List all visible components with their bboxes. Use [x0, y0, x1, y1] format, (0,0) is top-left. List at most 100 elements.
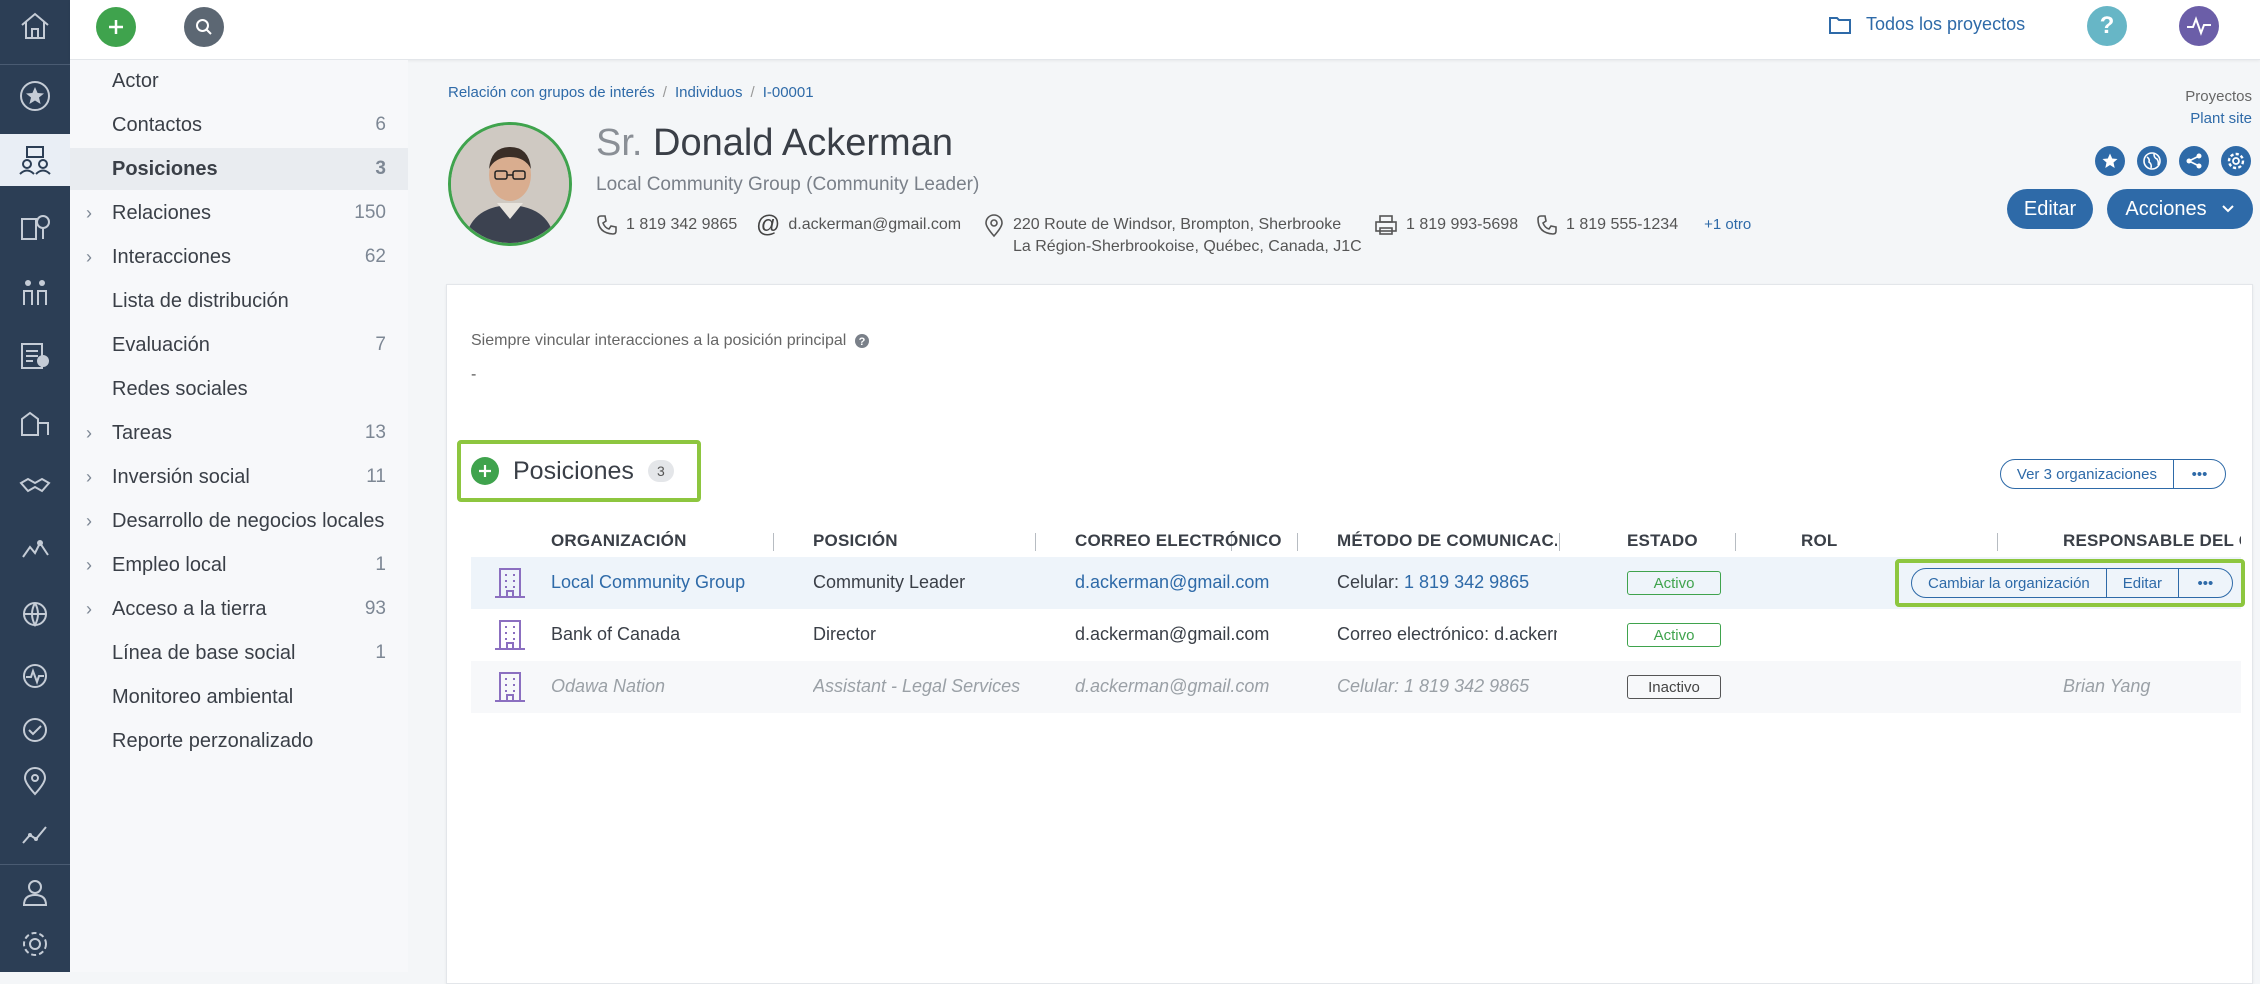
- chevron-right-icon[interactable]: ›: [86, 203, 92, 224]
- nav-item[interactable]: Reporte perzonalizado: [70, 720, 408, 762]
- globe-hand-icon[interactable]: [0, 590, 70, 642]
- table-row[interactable]: Local Community Group Community Leader d…: [471, 557, 2245, 609]
- more-options-button[interactable]: •••: [2173, 460, 2225, 488]
- breadcrumb-record-id[interactable]: I-00001: [763, 84, 814, 101]
- project-value[interactable]: Plant site: [2185, 108, 2252, 130]
- edit-position-button[interactable]: Editar: [2105, 569, 2178, 597]
- nav-item[interactable]: › Tareas 13: [70, 412, 408, 454]
- view-organizations-button[interactable]: Ver 3 organizaciones: [2001, 460, 2173, 488]
- location-icon[interactable]: [0, 756, 70, 808]
- favorite-button[interactable]: [2095, 146, 2125, 176]
- chevron-right-icon[interactable]: ›: [86, 555, 92, 576]
- nav-item-label: Evaluación: [112, 333, 210, 356]
- stakeholders-icon[interactable]: [0, 134, 70, 186]
- nav-item[interactable]: › Desarrollo de negocios locales: [70, 500, 408, 542]
- breadcrumb-individuals[interactable]: Individuos: [675, 84, 743, 101]
- col-position[interactable]: POSICIÓN: [813, 531, 1033, 551]
- phone2-contact[interactable]: 1 819 555-1234 +1 otro: [1536, 214, 1751, 236]
- col-communication-method[interactable]: MÉTODO DE COMUNICAC...: [1337, 531, 1557, 551]
- col-responsible[interactable]: RESPONSABLE DEL CO: [2063, 531, 2241, 551]
- home-icon[interactable]: [0, 0, 70, 52]
- monitor-pulse-icon[interactable]: [0, 650, 70, 702]
- community-icon[interactable]: [0, 266, 70, 318]
- nav-item[interactable]: Línea de base social 1: [70, 632, 408, 674]
- settings-icon[interactable]: [0, 918, 70, 970]
- nav-item-label: Posiciones: [112, 157, 218, 180]
- row-more-button[interactable]: •••: [2177, 569, 2232, 597]
- settings-button[interactable]: [2221, 146, 2251, 176]
- buildings-icon[interactable]: [0, 396, 70, 448]
- all-projects-link[interactable]: Todos los proyectos: [1828, 14, 2025, 35]
- nav-item[interactable]: Posiciones 3: [70, 148, 408, 190]
- organization-cell[interactable]: Odawa Nation: [551, 676, 791, 697]
- nav-item[interactable]: › Acceso a la tierra 93: [70, 588, 408, 630]
- address-contact[interactable]: 220 Route de Windsor, Brompton, Sherbroo…: [983, 214, 1362, 258]
- method-phone-link[interactable]: 1 819 342 9865: [1404, 572, 1529, 592]
- chevron-right-icon[interactable]: ›: [86, 511, 92, 532]
- star-icon: [2102, 153, 2118, 168]
- nav-item-label: Lista de distribución: [112, 289, 289, 312]
- checklist-icon[interactable]: [0, 330, 70, 382]
- check-circle-icon[interactable]: [0, 704, 70, 756]
- email-link[interactable]: d.ackerman@gmail.com: [1075, 572, 1295, 593]
- nav-item-label: Reporte perzonalizado: [112, 729, 314, 752]
- nav-item[interactable]: Actor: [70, 60, 408, 102]
- user-icon[interactable]: [0, 866, 70, 918]
- organization-link[interactable]: Local Community Group: [551, 572, 791, 593]
- share-button[interactable]: [2179, 146, 2209, 176]
- link-interactions-setting: Siempre vincular interacciones a la posi…: [471, 332, 870, 350]
- phone2-number: 1 819 555-1234: [1566, 216, 1679, 233]
- method-prefix: Celular:: [1337, 572, 1405, 592]
- favorites-icon[interactable]: [0, 70, 70, 122]
- chevron-right-icon[interactable]: ›: [86, 599, 92, 620]
- col-status[interactable]: ESTADO: [1627, 531, 1777, 551]
- actions-dropdown[interactable]: Acciones: [2107, 189, 2253, 229]
- nav-item[interactable]: › Empleo local 1: [70, 544, 408, 586]
- nav-item[interactable]: › Interacciones 62: [70, 236, 408, 278]
- chevron-right-icon[interactable]: ›: [86, 467, 92, 488]
- fax-contact[interactable]: 1 819 993-5698: [1374, 214, 1518, 236]
- add-button[interactable]: [96, 7, 136, 47]
- nav-item-count: 1: [375, 642, 386, 663]
- section-title: Posiciones: [513, 456, 634, 485]
- phone-contact[interactable]: 1 819 342 9865: [596, 214, 737, 236]
- nav-item-label: Interacciones: [112, 245, 231, 268]
- table-row[interactable]: Bank of Canada Director d.ackerman@gmail…: [471, 609, 2241, 661]
- top-bar: Todos los proyectos ?: [70, 0, 2260, 60]
- col-organization[interactable]: ORGANIZACIÓN: [551, 531, 791, 551]
- nav-item[interactable]: › Inversión social 11: [70, 456, 408, 498]
- more-contacts-link[interactable]: +1 otro: [1704, 214, 1751, 236]
- chevron-right-icon[interactable]: ›: [86, 247, 92, 268]
- organization-cell[interactable]: Bank of Canada: [551, 624, 791, 645]
- table-row[interactable]: Odawa Nation Assistant - Legal Services …: [471, 661, 2241, 713]
- nav-item[interactable]: Contactos 6: [70, 104, 408, 146]
- nav-item[interactable]: Lista de distribución: [70, 280, 408, 322]
- nav-item-label: Redes sociales: [112, 377, 248, 400]
- row-actions: Cambiar la organización Editar •••: [1895, 559, 2245, 607]
- chevron-right-icon[interactable]: ›: [86, 423, 92, 444]
- search-button[interactable]: [184, 7, 224, 47]
- breadcrumb-stakeholder-relations[interactable]: Relación con grupos de interés: [448, 84, 655, 101]
- email-contact[interactable]: @ d.ackerman@gmail.com: [756, 211, 961, 238]
- col-email[interactable]: CORREO ELECTRÓNICO: [1075, 531, 1295, 551]
- edit-button[interactable]: Editar: [2007, 189, 2093, 229]
- nav-item[interactable]: Redes sociales: [70, 368, 408, 410]
- building-tree-icon[interactable]: [0, 200, 70, 252]
- nav-item[interactable]: Evaluación 7: [70, 324, 408, 366]
- activity-button[interactable]: [2179, 6, 2219, 46]
- change-organization-button[interactable]: Cambiar la organización: [1912, 569, 2106, 597]
- add-position-button[interactable]: [471, 457, 499, 485]
- trend-icon[interactable]: [0, 808, 70, 860]
- globe-button[interactable]: [2137, 146, 2167, 176]
- help-circle-icon[interactable]: ?: [854, 333, 870, 349]
- actions-dropdown-label: Acciones: [2125, 197, 2207, 220]
- nav-item[interactable]: Monitoreo ambiental: [70, 676, 408, 718]
- handshake-icon[interactable]: [0, 460, 70, 512]
- position-cell: Assistant - Legal Services: [813, 676, 1021, 696]
- at-icon: @: [756, 211, 781, 238]
- nav-item[interactable]: › Relaciones 150: [70, 192, 408, 234]
- col-role[interactable]: ROL: [1801, 531, 1951, 551]
- help-button[interactable]: ?: [2087, 6, 2127, 46]
- map-icon[interactable]: [0, 524, 70, 576]
- nav-item-count: 1: [375, 554, 386, 575]
